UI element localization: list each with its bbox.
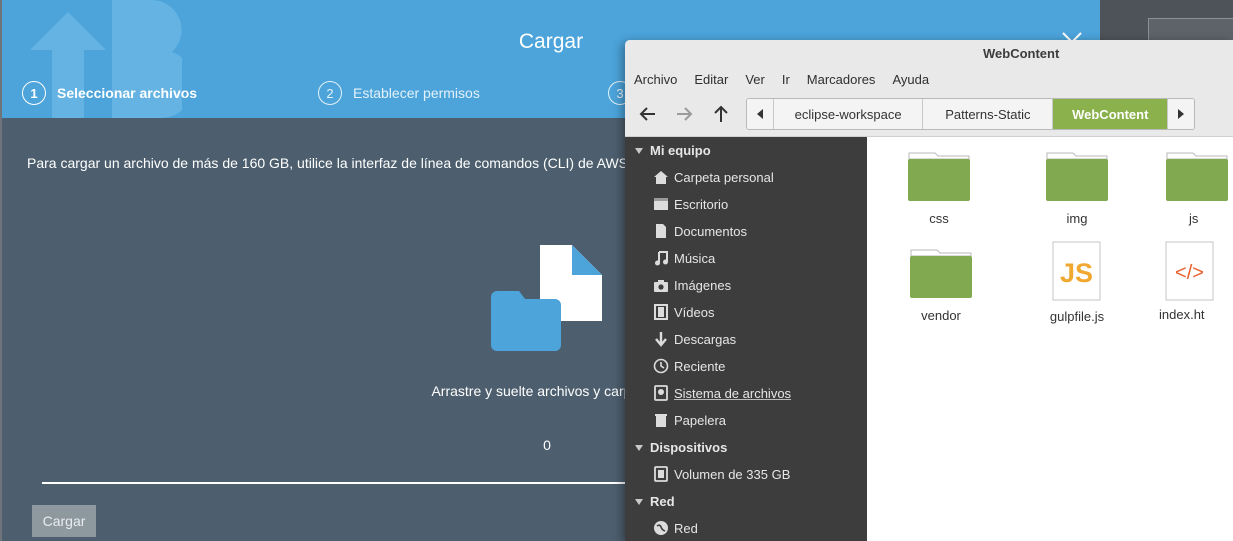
sidebar-item-videos[interactable]: Vídeos <box>653 304 714 320</box>
path-segment-patterns-static[interactable]: Patterns-Static <box>923 99 1054 129</box>
file-item-gulpfile[interactable]: JS gulpfile.js <box>1027 241 1127 324</box>
folder-icon <box>910 249 972 298</box>
sidebar-section-red[interactable]: Red <box>635 494 675 509</box>
download-icon <box>653 331 669 347</box>
sidebar-item-label: Carpeta personal <box>674 169 774 185</box>
sidebar-item-label: Red <box>674 520 698 536</box>
sidebar-item-imagenes[interactable]: Imágenes <box>653 277 731 293</box>
folder-icon <box>1166 152 1228 201</box>
step-number: 1 <box>22 81 46 105</box>
path-scroll-left-icon[interactable] <box>747 99 774 129</box>
sidebar-item-label: Documentos <box>674 223 747 239</box>
sidebar-item-reciente[interactable]: Reciente <box>653 358 725 374</box>
drive-icon <box>653 385 669 401</box>
folder-icon <box>1046 152 1108 201</box>
collapse-triangle-icon <box>635 498 643 505</box>
sidebar-item-label: Descargas <box>674 331 737 347</box>
step-number: 2 <box>318 81 342 105</box>
upload-button[interactable]: Cargar <box>32 505 96 537</box>
file-item-vendor[interactable]: vendor <box>891 248 991 323</box>
step-label: Establecer permisos <box>353 85 480 101</box>
sidebar-item-volumen[interactable]: Volumen de 335 GB <box>653 466 790 482</box>
menu-archivo[interactable]: Archivo <box>634 66 677 92</box>
sidebar-section-mi-equipo[interactable]: Mi equipo <box>635 143 711 158</box>
path-segment-eclipse-workspace[interactable]: eclipse-workspace <box>774 99 924 129</box>
drop-files-icon <box>491 245 602 351</box>
file-name: vendor <box>921 308 961 323</box>
sidebar-item-label: Reciente <box>674 358 726 374</box>
sidebar-item-label: Imágenes <box>674 277 732 293</box>
file-item-img[interactable]: img <box>1027 151 1127 226</box>
file-count: 0 <box>543 437 551 453</box>
trash-icon <box>653 412 669 428</box>
home-icon <box>653 169 669 185</box>
film-icon <box>653 304 669 320</box>
section-label: Red <box>650 494 675 509</box>
forward-arrow-icon[interactable] <box>675 106 693 122</box>
file-name: index.ht <box>1159 307 1205 322</box>
sidebar-item-label: Volumen de 335 GB <box>674 466 791 482</box>
upload-size-note: Para cargar un archivo de más de 160 GB,… <box>27 155 643 171</box>
sidebar-section-dispositivos[interactable]: Dispositivos <box>635 440 727 455</box>
menu-ayuda[interactable]: Ayuda <box>892 66 929 92</box>
js-file-icon: JS <box>1052 241 1101 301</box>
window-title: WebContent <box>983 46 1060 61</box>
sidebar-item-musica[interactable]: Música <box>653 250 715 266</box>
collapse-triangle-icon <box>635 444 643 451</box>
menu-ver[interactable]: Ver <box>745 66 765 92</box>
sidebar-item-documentos[interactable]: Documentos <box>653 223 747 239</box>
menu-bar: Archivo Editar Ver Ir Marcadores Ayuda <box>625 66 1233 92</box>
sidebar-item-escritorio[interactable]: Escritorio <box>653 196 728 212</box>
file-name: css <box>929 211 949 226</box>
collapse-triangle-icon <box>635 147 643 154</box>
file-grid: css img js vendor JS gulpfile.js </> ind… <box>867 137 1233 541</box>
sidebar-item-label: Sistema de archivos <box>674 385 792 401</box>
js-badge: JS <box>1060 258 1093 288</box>
step-set-permissions[interactable]: 2 Establecer permisos <box>318 81 480 105</box>
camera-icon <box>653 277 669 293</box>
menu-editar[interactable]: Editar <box>694 66 728 92</box>
network-icon <box>653 520 669 536</box>
section-label: Dispositivos <box>650 440 728 455</box>
file-manager-window: WebContent Archivo Editar Ver Ir Marcado… <box>625 40 1233 541</box>
path-segment-webcontent[interactable]: WebContent <box>1053 99 1168 129</box>
sidebar-item-sistema-de-archivos[interactable]: Sistema de archivos <box>653 385 791 401</box>
menu-ir[interactable]: Ir <box>782 66 790 92</box>
html-file-icon: </> <box>1165 241 1214 301</box>
toolbar: eclipse-workspace Patterns-Static WebCon… <box>625 92 1233 137</box>
sidebar-item-carpeta-personal[interactable]: Carpeta personal <box>653 169 774 185</box>
folder-icon <box>908 152 970 201</box>
section-label: Mi equipo <box>650 143 711 158</box>
background-window-panel <box>1148 18 1233 42</box>
desktop-icon <box>653 196 669 212</box>
step-label: Seleccionar archivos <box>57 85 198 101</box>
file-item-css[interactable]: css <box>889 151 989 226</box>
up-arrow-icon[interactable] <box>713 105 729 123</box>
html-badge: </> <box>1175 262 1204 284</box>
sidebar-item-label: Música <box>674 250 716 266</box>
file-name: gulpfile.js <box>1049 309 1105 324</box>
clock-icon <box>653 358 669 374</box>
path-scroll-right-icon[interactable] <box>1167 99 1194 129</box>
path-bar: eclipse-workspace Patterns-Static WebCon… <box>746 98 1195 130</box>
file-item-js[interactable]: js <box>1165 151 1233 226</box>
menu-marcadores[interactable]: Marcadores <box>807 66 876 92</box>
sidebar-item-red[interactable]: Red <box>653 520 698 536</box>
back-arrow-icon[interactable] <box>639 106 657 122</box>
title-bar[interactable]: WebContent <box>625 40 1233 66</box>
sidebar: Mi equipo Carpeta personal Escritorio Do… <box>625 137 867 541</box>
file-name: img <box>1066 211 1088 226</box>
sidebar-item-label: Papelera <box>674 412 727 428</box>
sidebar-item-label: Vídeos <box>674 304 715 320</box>
sidebar-item-label: Escritorio <box>674 196 729 212</box>
file-item-index-html[interactable]: </> index.ht <box>1159 241 1233 322</box>
sidebar-item-papelera[interactable]: Papelera <box>653 412 726 428</box>
drive-icon <box>653 466 669 482</box>
document-icon <box>653 223 669 239</box>
step-select-files[interactable]: 1 Seleccionar archivos <box>22 81 197 105</box>
music-icon <box>653 250 669 266</box>
sidebar-item-descargas[interactable]: Descargas <box>653 331 736 347</box>
file-name: js <box>1189 211 1199 226</box>
